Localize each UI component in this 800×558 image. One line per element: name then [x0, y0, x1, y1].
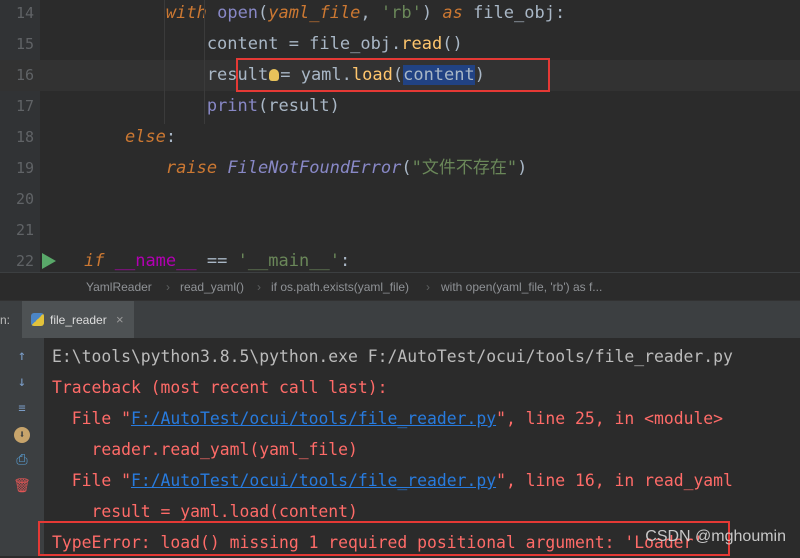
- code-line[interactable]: 15 content = file_obj.read(): [0, 29, 800, 60]
- highlight-box-code-line: [236, 58, 550, 92]
- breadcrumb-separator: ›: [426, 280, 430, 294]
- python-icon: [31, 313, 44, 326]
- line-number: 17: [15, 97, 34, 115]
- scroll-to-end-icon[interactable]: ⬇: [12, 424, 32, 444]
- run-tool-window-header: n: file_reader ×: [0, 300, 800, 339]
- breadcrumb-item-if[interactable]: if os.path.exists(yaml_file): [271, 273, 409, 301]
- breadcrumb-separator: ›: [166, 280, 170, 294]
- line-number: 14: [15, 4, 34, 22]
- breadcrumb: YamlReader › read_yaml() › if os.path.ex…: [0, 272, 800, 301]
- console-line: File "F:/AutoTest/ocui/tools/file_reader…: [52, 471, 733, 490]
- arrow-up-icon[interactable]: ↑: [12, 346, 32, 366]
- soft-wrap-icon[interactable]: ≡: [12, 398, 32, 418]
- close-icon[interactable]: ×: [116, 301, 124, 339]
- print-icon[interactable]: ⎙: [12, 450, 32, 470]
- run-tab-label: file_reader: [50, 313, 107, 327]
- console-line: reader.read_yaml(yaml_file): [52, 440, 358, 459]
- code-line[interactable]: 19 raise FileNotFoundError("文件不存在"): [0, 153, 800, 184]
- code-text: else:: [124, 127, 177, 147]
- breadcrumb-item-class[interactable]: YamlReader: [86, 273, 152, 301]
- breadcrumb-item-with[interactable]: with open(yaml_file, 'rb') as f...: [441, 273, 602, 301]
- code-line[interactable]: 20: [0, 184, 800, 215]
- console-line: File "F:/AutoTest/ocui/tools/file_reader…: [52, 409, 724, 428]
- line-number: 18: [15, 128, 34, 146]
- code-text: print(result): [206, 96, 340, 116]
- line-number: 20: [15, 190, 34, 208]
- indent-guide: [164, 0, 165, 124]
- code-line[interactable]: 17 print(result): [0, 91, 800, 122]
- trash-icon[interactable]: 🗑: [12, 476, 32, 496]
- run-label: n:: [0, 313, 11, 327]
- highlight-box-error-line: [38, 521, 730, 556]
- line-number: 16: [15, 66, 34, 84]
- run-tab-file-reader[interactable]: file_reader ×: [22, 301, 134, 339]
- code-text: content = file_obj.read(): [84, 34, 463, 54]
- code-line[interactable]: 21: [0, 215, 800, 246]
- line-number: 19: [15, 159, 34, 177]
- code-line[interactable]: 18 else:: [0, 122, 800, 153]
- breadcrumb-separator: ›: [257, 280, 261, 294]
- line-number: 21: [15, 221, 34, 239]
- file-link[interactable]: F:/AutoTest/ocui/tools/file_reader.py: [131, 471, 496, 490]
- code-text: with open(yaml_file, 'rb') as file_obj:: [165, 3, 566, 23]
- arrow-down-icon[interactable]: ↓: [12, 372, 32, 392]
- code-line[interactable]: 14 with open(yaml_file, 'rb') as file_ob…: [0, 0, 800, 29]
- code-text: raise FileNotFoundError("文件不存在"): [165, 158, 528, 178]
- watermark: CSDN @mghoumin: [645, 528, 786, 545]
- console-line: E:\tools\python3.8.5\python.exe F:/AutoT…: [52, 347, 733, 366]
- run-icon[interactable]: [42, 253, 56, 269]
- console-line: Traceback (most recent call last):: [52, 378, 388, 397]
- file-link[interactable]: F:/AutoTest/ocui/tools/file_reader.py: [131, 409, 496, 428]
- code-editor[interactable]: 14 with open(yaml_file, 'rb') as file_ob…: [0, 0, 800, 272]
- indent-guide: [204, 0, 205, 124]
- breadcrumb-item-method[interactable]: read_yaml(): [180, 273, 244, 301]
- run-console[interactable]: ↑ ↓ ≡ ⬇ ⎙ 🗑 E:\tools\python3.8.5\python.…: [0, 338, 800, 556]
- line-number: 15: [15, 35, 34, 53]
